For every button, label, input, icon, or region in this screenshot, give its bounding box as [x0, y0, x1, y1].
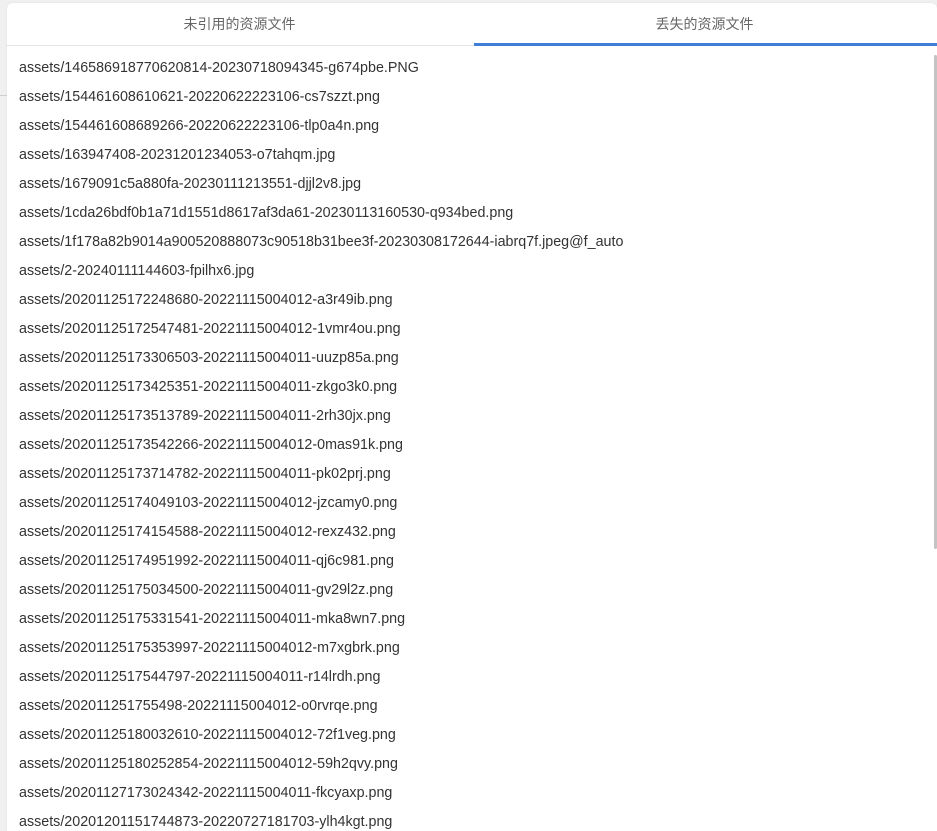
list-item[interactable]: assets/1f178a82b9014a900520888073c90518b…	[7, 228, 933, 257]
list-item[interactable]: assets/154461608610621-20220622223106-cs…	[7, 83, 933, 112]
list-item[interactable]: assets/20201125173714782-20221115004011-…	[7, 460, 933, 489]
list-item[interactable]: assets/2020112517544797-20221115004011-r…	[7, 663, 933, 692]
list-item[interactable]: assets/20201125174154588-20221115004012-…	[7, 518, 933, 547]
list-item[interactable]: assets/1cda26bdf0b1a71d1551d8617af3da61-…	[7, 199, 933, 228]
list-item[interactable]: assets/20201125175331541-20221115004011-…	[7, 605, 933, 634]
active-tab-indicator	[474, 43, 937, 46]
list-item[interactable]: assets/20201125173542266-20221115004012-…	[7, 431, 933, 460]
list-item[interactable]: assets/20201125172547481-20221115004012-…	[7, 315, 933, 344]
list-item[interactable]: assets/20201125174049103-20221115004012-…	[7, 489, 933, 518]
list-item[interactable]: assets/20201125180032610-20221115004012-…	[7, 721, 933, 750]
tab-missing-assets[interactable]: 丢失的资源文件	[472, 3, 937, 46]
resource-files-dialog: 未引用的资源文件 丢失的资源文件 assets/1465869187706208…	[7, 3, 937, 831]
list-item[interactable]: assets/20201125172248680-20221115004012-…	[7, 286, 933, 315]
list-item[interactable]: assets/146586918770620814-20230718094345…	[7, 54, 933, 83]
list-item[interactable]: assets/20201125173306503-20221115004011-…	[7, 344, 933, 373]
list-item[interactable]: assets/2-20240111144603-fpilhx6.jpg	[7, 257, 933, 286]
list-item[interactable]: assets/20201125175353997-20221115004012-…	[7, 634, 933, 663]
list-item[interactable]: assets/202011251755498-20221115004012-o0…	[7, 692, 933, 721]
list-item[interactable]: assets/1679091c5a880fa-20230111213551-dj…	[7, 170, 933, 199]
missing-assets-list[interactable]: assets/146586918770620814-20230718094345…	[7, 54, 933, 831]
list-item[interactable]: assets/20201125173513789-20221115004011-…	[7, 402, 933, 431]
tab-label: 未引用的资源文件	[183, 17, 296, 33]
list-item[interactable]: assets/154461608689266-20220622223106-tl…	[7, 112, 933, 141]
list-item[interactable]: assets/20201125173425351-20221115004011-…	[7, 373, 933, 402]
list-item[interactable]: assets/163947408-20231201234053-o7tahqm.…	[7, 141, 933, 170]
tab-bar: 未引用的资源文件 丢失的资源文件	[7, 3, 937, 46]
tab-unreferenced-assets[interactable]: 未引用的资源文件	[7, 3, 472, 45]
list-item[interactable]: assets/20201201151744873-20220727181703-…	[7, 808, 933, 831]
list-item[interactable]: assets/20201125175034500-20221115004011-…	[7, 576, 933, 605]
list-item[interactable]: assets/20201125180252854-20221115004012-…	[7, 750, 933, 779]
list-item[interactable]: assets/20201125174951992-20221115004011-…	[7, 547, 933, 576]
tab-label: 丢失的资源文件	[655, 17, 754, 33]
list-item[interactable]: assets/20201127173024342-20221115004011-…	[7, 779, 933, 808]
